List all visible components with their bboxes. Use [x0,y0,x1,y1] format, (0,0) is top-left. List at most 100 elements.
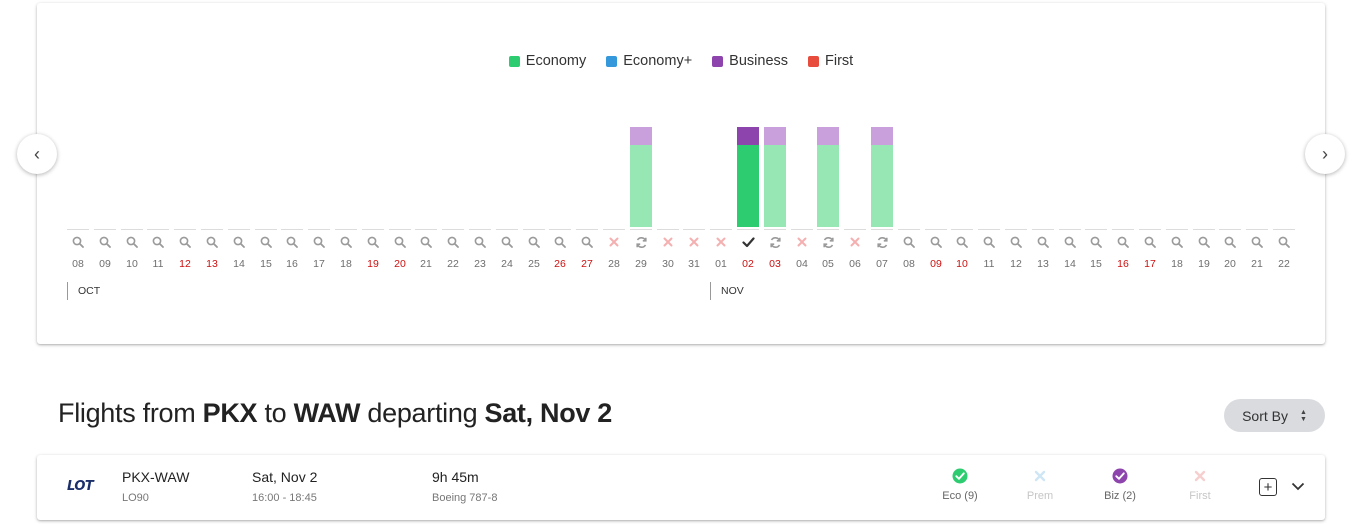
economy-availability-bar[interactable] [817,145,839,227]
calendar-day-column[interactable]: 28 [603,3,625,273]
calendar-day-column[interactable]: 22 [1273,3,1295,273]
calendar-day-column[interactable]: 25 [523,3,545,273]
economy-availability-bar[interactable] [737,145,759,227]
search-icon[interactable] [174,234,196,250]
economy-availability-bar[interactable] [630,145,652,227]
search-icon[interactable] [978,234,1000,250]
search-icon[interactable] [228,234,250,250]
search-icon[interactable] [1005,234,1027,250]
economy-availability-bar[interactable] [764,145,786,227]
calendar-day-column[interactable]: 16 [281,3,303,273]
flight-row[interactable]: LOT PKX-WAW LO90 Sat, Nov 2 16:00 - 18:4… [37,455,1325,520]
search-icon[interactable] [121,234,143,250]
cabin-availability[interactable]: Biz (2) [1090,468,1150,502]
refresh-icon[interactable] [817,234,839,250]
calendar-day-column[interactable]: 18 [1166,3,1188,273]
search-icon[interactable] [549,234,571,250]
search-icon[interactable] [496,234,518,250]
search-icon[interactable] [147,234,169,250]
calendar-day-column[interactable]: 20 [1219,3,1241,273]
calendar-day-column[interactable]: 02 [737,3,759,273]
calendar-day-column[interactable]: 23 [469,3,491,273]
calendar-day-column[interactable]: 11 [978,3,1000,273]
search-icon[interactable] [576,234,598,250]
calendar-day-column[interactable]: 12 [1005,3,1027,273]
refresh-icon[interactable] [764,234,786,250]
search-icon[interactable] [1219,234,1241,250]
calendar-day-column[interactable]: 10 [121,3,143,273]
calendar-day-column[interactable]: 31 [683,3,705,273]
calendar-day-column[interactable]: 05 [817,3,839,273]
calendar-day-column[interactable]: 15 [1085,3,1107,273]
search-icon[interactable] [469,234,491,250]
search-icon[interactable] [1112,234,1134,250]
search-icon[interactable] [255,234,277,250]
search-icon[interactable] [201,234,223,250]
calendar-day-column[interactable]: 09 [925,3,947,273]
calendar-day-column[interactable]: 20 [389,3,411,273]
search-icon[interactable] [1059,234,1081,250]
calendar-day-column[interactable]: 07 [871,3,893,273]
search-icon[interactable] [1246,234,1268,250]
calendar-day-column[interactable]: 01 [710,3,732,273]
search-icon[interactable] [1139,234,1161,250]
search-icon[interactable] [1085,234,1107,250]
calendar-day-column[interactable]: 27 [576,3,598,273]
search-icon[interactable] [362,234,384,250]
calendar-day-column[interactable]: 26 [549,3,571,273]
calendar-day-column[interactable]: 08 [898,3,920,273]
calendar-day-column[interactable]: 14 [1059,3,1081,273]
calendar-day-column[interactable]: 16 [1112,3,1134,273]
search-icon[interactable] [415,234,437,250]
calendar-day-column[interactable]: 03 [764,3,786,273]
calendar-day-column[interactable]: 24 [496,3,518,273]
search-icon[interactable] [389,234,411,250]
calendar-day-column[interactable]: 15 [255,3,277,273]
search-icon[interactable] [67,234,89,250]
calendar-day-column[interactable]: 21 [1246,3,1268,273]
refresh-icon[interactable] [871,234,893,250]
calendar-day-column[interactable]: 04 [791,3,813,273]
calendar-day-column[interactable]: 22 [442,3,464,273]
search-icon[interactable] [925,234,947,250]
business-availability-bar[interactable] [871,127,893,145]
calendar-day-column[interactable]: 18 [335,3,357,273]
search-icon[interactable] [951,234,973,250]
calendar-day-column[interactable]: 11 [147,3,169,273]
business-availability-bar[interactable] [630,127,652,145]
calendar-day-column[interactable]: 17 [1139,3,1161,273]
search-icon[interactable] [94,234,116,250]
economy-availability-bar[interactable] [871,145,893,227]
business-availability-bar[interactable] [817,127,839,145]
refresh-icon[interactable] [630,234,652,250]
calendar-day-column[interactable]: 08 [67,3,89,273]
search-icon[interactable] [335,234,357,250]
calendar-prev-button[interactable]: ‹ [17,134,57,174]
search-icon[interactable] [281,234,303,250]
search-icon[interactable] [308,234,330,250]
calendar-day-column[interactable]: 14 [228,3,250,273]
calendar-day-column[interactable]: 13 [1032,3,1054,273]
calendar-next-button[interactable]: › [1305,134,1345,174]
search-icon[interactable] [1032,234,1054,250]
calendar-day-column[interactable]: 29 [630,3,652,273]
calendar-day-column[interactable]: 19 [362,3,384,273]
calendar-day-column[interactable]: 13 [201,3,223,273]
calendar-day-column[interactable]: 17 [308,3,330,273]
search-icon[interactable] [898,234,920,250]
search-icon[interactable] [442,234,464,250]
sort-by-button[interactable]: Sort By ▲ ▼ [1224,399,1325,432]
expand-flight-button[interactable] [1290,475,1306,497]
search-icon[interactable] [1166,234,1188,250]
legend-item[interactable]: Economy [508,53,586,69]
business-availability-bar[interactable] [737,127,759,145]
cabin-availability[interactable]: Eco (9) [930,468,990,502]
add-flight-button[interactable]: + [1259,478,1277,496]
search-icon[interactable] [1193,234,1215,250]
calendar-day-column[interactable]: 19 [1193,3,1215,273]
calendar-day-column[interactable]: 12 [174,3,196,273]
calendar-day-column[interactable]: 30 [657,3,679,273]
business-availability-bar[interactable] [764,127,786,145]
search-icon[interactable] [1273,234,1295,250]
calendar-day-column[interactable]: 09 [94,3,116,273]
